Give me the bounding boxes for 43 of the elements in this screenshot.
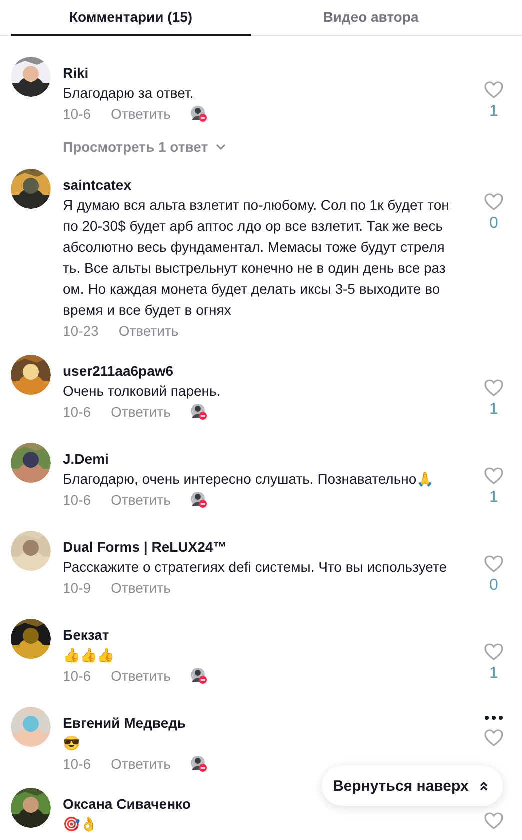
chevron-up-icon xyxy=(478,780,489,792)
comment-text: Благодарю за ответ. xyxy=(63,84,194,103)
like-count: 1 xyxy=(490,664,498,684)
like-count: 0 xyxy=(490,214,498,234)
comment-date: 10-6 xyxy=(63,755,92,774)
username[interactable]: J.Demi xyxy=(63,449,109,469)
heart-icon[interactable] xyxy=(484,555,504,573)
heart-icon[interactable] xyxy=(484,643,504,661)
back-to-top-button[interactable]: Вернуться наверх xyxy=(322,766,503,806)
like-count: 1 xyxy=(490,488,498,508)
username[interactable]: Riki xyxy=(63,63,89,83)
tab[interactable]: Комментарии (15) xyxy=(11,0,251,36)
comment-date: 10-6 xyxy=(63,105,92,124)
like-count: 1 xyxy=(490,102,498,122)
comment-text: Очень толковий парень. xyxy=(63,382,221,401)
username[interactable]: Евгений Медведь xyxy=(63,713,186,733)
chevron-down-icon xyxy=(216,144,226,150)
heart-icon[interactable] xyxy=(484,379,504,397)
comment-date: 10-9 xyxy=(63,579,92,598)
heart-icon[interactable] xyxy=(484,729,504,747)
heart-icon[interactable] xyxy=(484,193,504,211)
username[interactable]: Оксана Сиваченко xyxy=(63,794,191,814)
comment-date: 10-6 xyxy=(63,667,92,686)
username[interactable]: user211aa6paw6 xyxy=(63,361,174,381)
heart-icon[interactable] xyxy=(484,467,504,485)
like-count: 1 xyxy=(490,400,498,420)
username[interactable]: saintcatex xyxy=(63,175,132,195)
heart-icon[interactable] xyxy=(484,812,504,830)
comment-date: 10-6 xyxy=(63,403,92,422)
comment-text: 🎯👌 xyxy=(63,815,97,834)
tab[interactable]: Видео автора xyxy=(251,0,491,36)
comment-date: 10-23 xyxy=(63,322,99,341)
like-count: 0 xyxy=(490,576,498,596)
comment-text: 👍👍👍 xyxy=(63,646,114,665)
comment-text: Расскажите о стратегиях defi системы. Что вы используете xyxy=(63,558,448,577)
comment-text: Благодарю, очень интересно слушать. Познавательно🙏 xyxy=(63,470,434,489)
comment-text: Я думаю вся альта взлетит по-любому. Сол по 1к будет тон по 20-30$ будет арб аптос лдо ор все взлетит. Так же весь абсолютно весь фундаментал. Мемасы тоже будут стрелять. Все альты выстрельнут конечно не в один день все разом. Но каждая монета будет делать иксы 3-5 выходите во время и все будет в огнях xyxy=(63,196,450,320)
heart-icon[interactable] xyxy=(484,81,504,99)
comment-date: 10-6 xyxy=(63,491,92,510)
more-icon[interactable] xyxy=(484,715,504,721)
username[interactable]: Бекзат xyxy=(63,625,110,645)
username[interactable]: Dual Forms | ReLUX24™ xyxy=(63,537,228,557)
comment-text: 😎 xyxy=(63,734,80,753)
